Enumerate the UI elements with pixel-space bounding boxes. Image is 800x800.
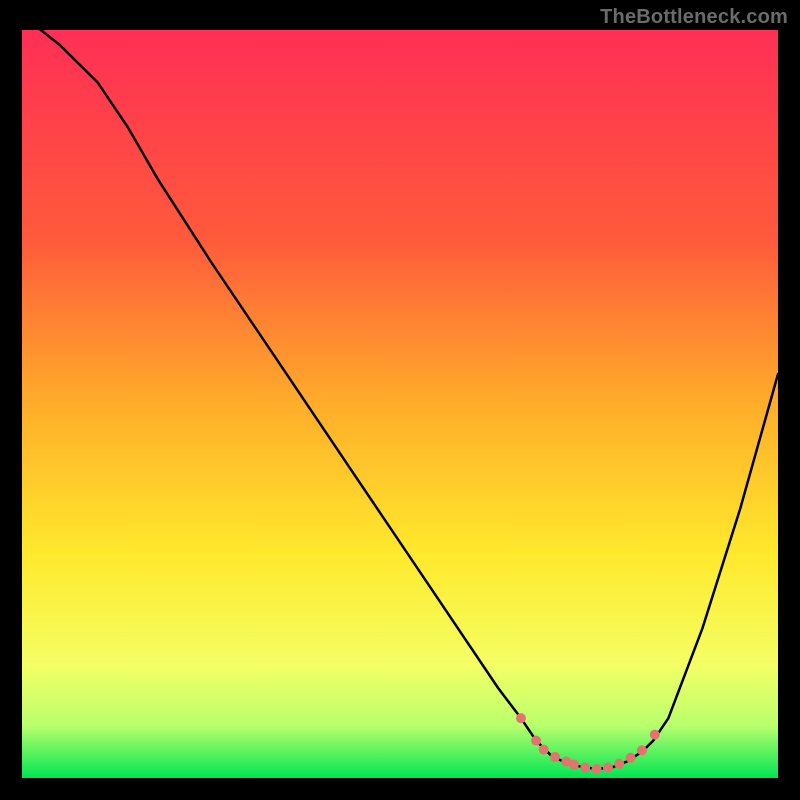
- chart-svg: [22, 30, 778, 778]
- optimal-zone-marker: [614, 759, 624, 769]
- chart-container: TheBottleneck.com: [0, 0, 800, 800]
- optimal-zone-marker: [580, 763, 590, 773]
- optimal-zone-marker: [626, 753, 636, 763]
- optimal-zone-marker: [550, 752, 560, 762]
- optimal-zone-marker: [516, 713, 526, 723]
- optimal-zone-marker: [592, 764, 602, 774]
- optimal-zone-marker: [603, 763, 613, 773]
- optimal-zone-marker: [531, 736, 541, 746]
- optimal-zone-marker: [569, 760, 579, 770]
- optimal-zone-marker: [650, 730, 660, 740]
- watermark-text: TheBottleneck.com: [600, 6, 788, 29]
- optimal-zone-marker: [637, 745, 647, 755]
- plot-area: [22, 30, 778, 778]
- optimal-zone-marker: [539, 745, 549, 755]
